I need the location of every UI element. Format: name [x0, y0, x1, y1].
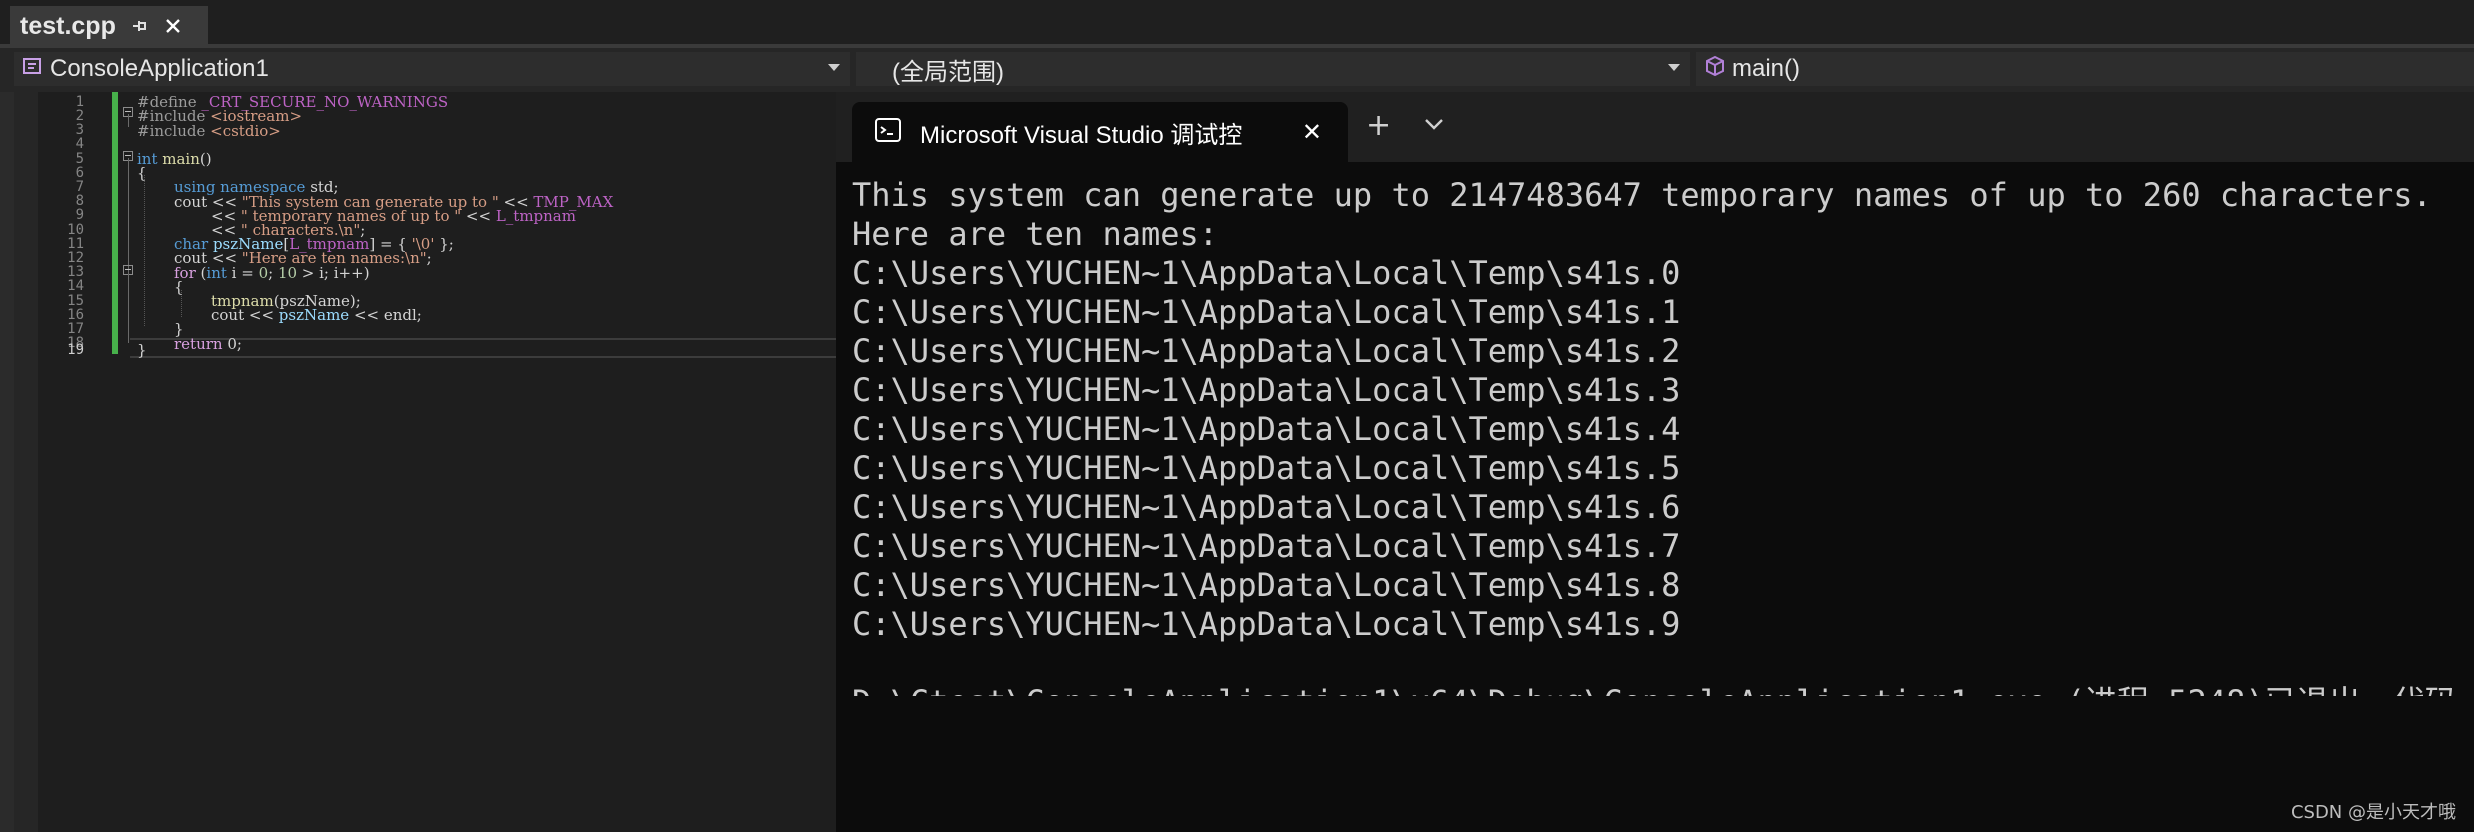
cube-icon: [1704, 55, 1726, 84]
pin-icon[interactable]: [130, 16, 150, 36]
chevron-down-icon[interactable]: [1423, 116, 1445, 135]
watermark: CSDN @是小天才哦: [2290, 802, 2456, 823]
console-line: C:\Users\YUCHEN~1\AppData\Local\Temp\s41…: [852, 410, 1681, 448]
editor-left-border: [0, 92, 14, 832]
console-line: C:\Users\YUCHEN~1\AppData\Local\Temp\s41…: [852, 254, 1681, 292]
navigation-bar: ConsoleApplication1 (全局范围) main(): [0, 48, 2474, 92]
code-line-6: {: [137, 164, 147, 183]
chevron-down-icon: [1668, 64, 1680, 71]
close-icon[interactable]: [164, 17, 182, 35]
console-line: C:\Users\YUCHEN~1\AppData\Local\Temp\s41…: [852, 293, 1681, 331]
new-tab-button[interactable]: +: [1366, 108, 1391, 143]
code-line-13: for (int i = 0; 10 > i; i++): [174, 263, 370, 282]
code-editor[interactable]: 1 2 3 4 5 6 7 8 9 10 11 12 13 14 15 16 17 18 19 #define _C…: [0, 92, 840, 832]
document-tab-test-cpp[interactable]: test.cpp: [10, 6, 208, 46]
code-line-19: }: [137, 341, 147, 360]
console-tab-title: Microsoft Visual Studio 调试控: [920, 121, 1243, 149]
code-line-16: cout << pszName << endl;: [211, 306, 422, 325]
console-line: This system can generate up to 214748364…: [852, 176, 2432, 214]
debug-console-window[interactable]: Microsoft Visual Studio 调试控 ✕ + This sys…: [836, 92, 2474, 832]
console-line: C:\Users\YUCHEN~1\AppData\Local\Temp\s41…: [852, 488, 1681, 526]
console-output: This system can generate up to 214748364…: [852, 176, 2462, 696]
scope-label: (全局范围): [892, 58, 1004, 86]
document-tab-label: test.cpp: [20, 11, 116, 40]
code-line-14: {: [174, 277, 184, 296]
fold-guide: [128, 114, 129, 127]
chevron-down-icon: [828, 64, 840, 71]
console-line: C:\Users\YUCHEN~1\AppData\Local\Temp\s41…: [852, 566, 1681, 604]
console-tab[interactable]: Microsoft Visual Studio 调试控 ✕: [852, 102, 1348, 162]
member-dropdown[interactable]: main(): [1696, 52, 2474, 86]
change-tracking-bar: [112, 92, 118, 354]
line-number-gutter: 1 2 3 4 5 6 7 8 9 10 11 12 13 14 15 16 17 18 19: [38, 92, 118, 832]
code-line-5: int main(): [137, 150, 212, 169]
console-line: Here are ten names:: [852, 215, 1219, 253]
console-titlebar: Microsoft Visual Studio 调试控 ✕ +: [836, 92, 2474, 162]
project-name: ConsoleApplication1: [50, 55, 269, 82]
fold-guide: [128, 272, 129, 321]
console-line: C:\Users\YUCHEN~1\AppData\Local\Temp\s41…: [852, 605, 1681, 643]
line-number: 19: [67, 342, 84, 359]
console-line: C:\Users\YUCHEN~1\AppData\Local\Temp\s41…: [852, 527, 1681, 565]
code-line-18: return 0;: [174, 334, 242, 353]
member-label: main(): [1732, 55, 1801, 82]
console-line: D:\Ctest\ConsoleApplication1\x64\Debug\C…: [852, 683, 2462, 696]
close-icon[interactable]: ✕: [1302, 118, 1322, 146]
project-dropdown[interactable]: ConsoleApplication1: [14, 52, 850, 86]
project-icon: [22, 55, 44, 84]
document-tab-strip: test.cpp: [0, 0, 2474, 48]
console-line: C:\Users\YUCHEN~1\AppData\Local\Temp\s41…: [852, 371, 1681, 409]
terminal-icon: [874, 117, 902, 147]
indent-guide: [144, 175, 145, 326]
console-line: C:\Users\YUCHEN~1\AppData\Local\Temp\s41…: [852, 449, 1681, 487]
scope-dropdown[interactable]: (全局范围): [856, 52, 1690, 86]
code-line-3: #include <cstdio>: [137, 121, 281, 140]
console-line: C:\Users\YUCHEN~1\AppData\Local\Temp\s41…: [852, 332, 1681, 370]
